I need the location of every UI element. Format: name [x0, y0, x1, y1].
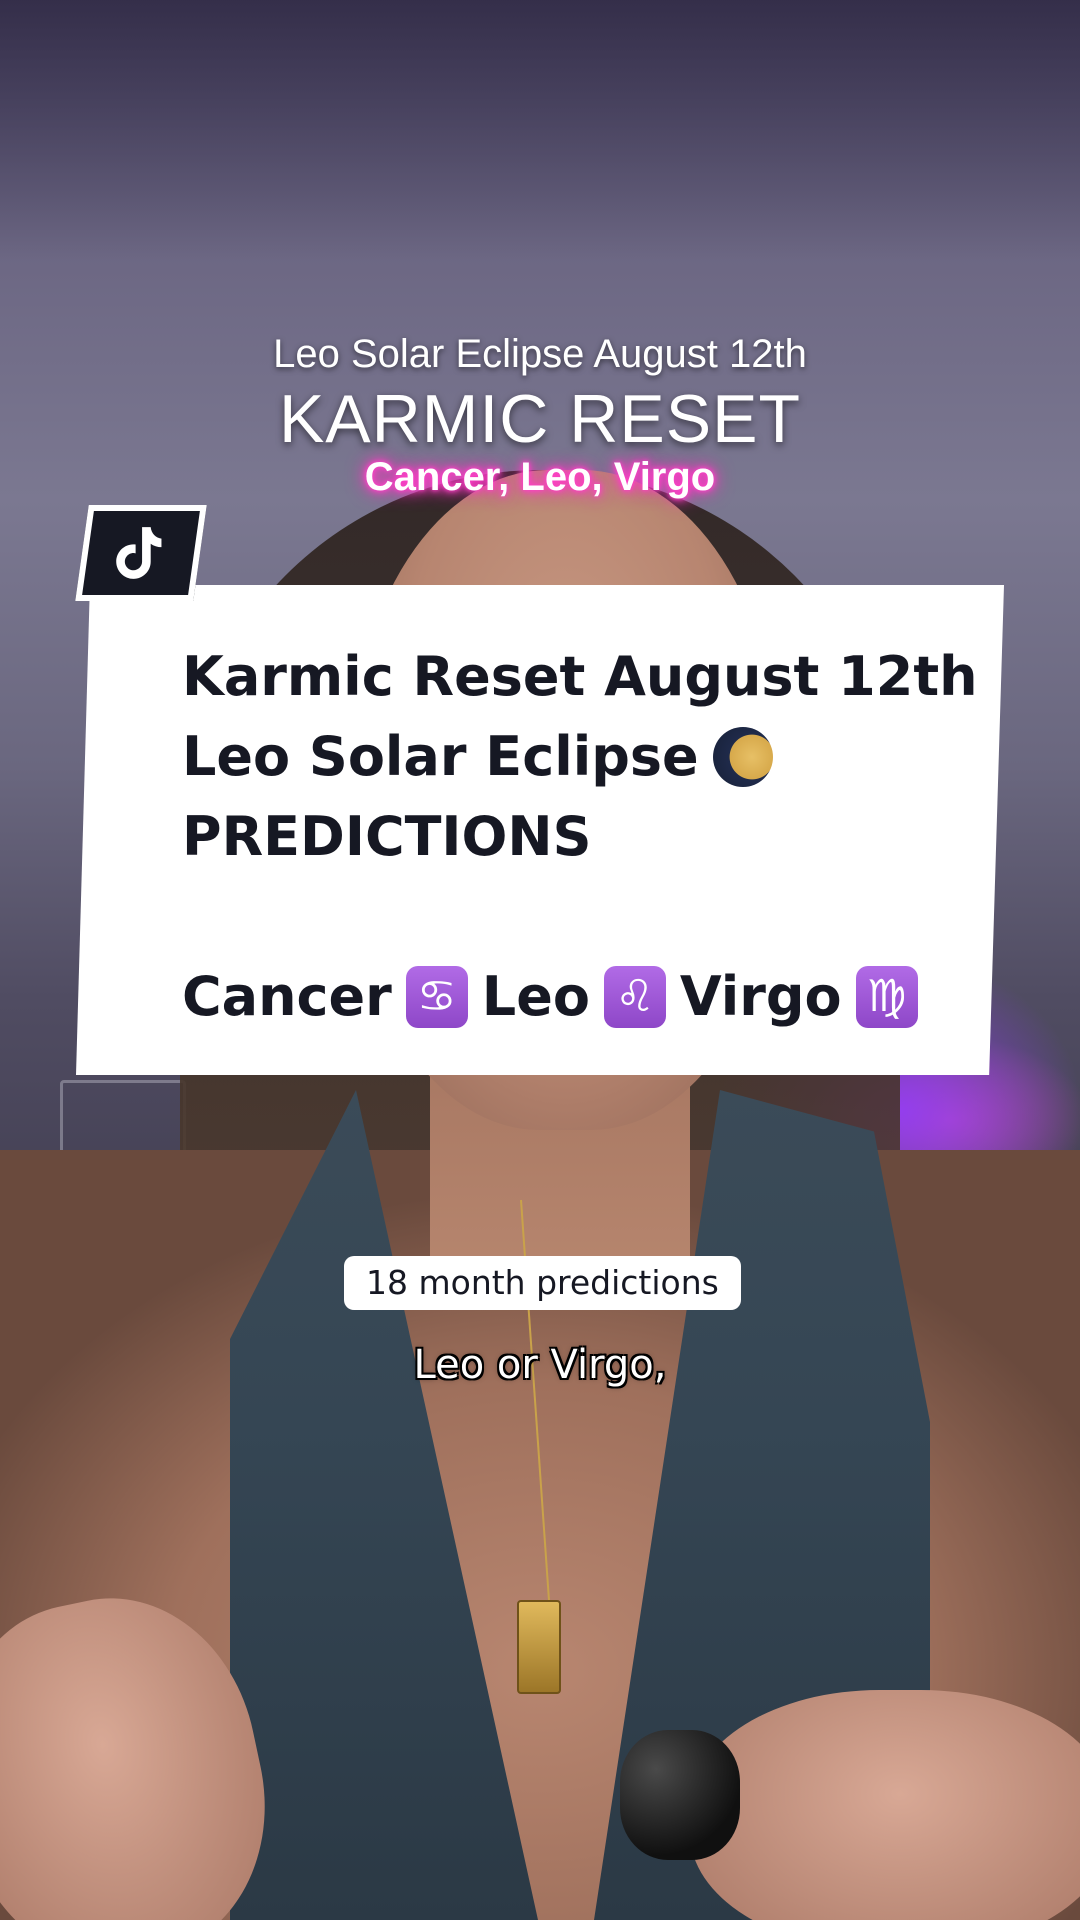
leo-zodiac-icon: ♌ — [603, 966, 666, 1028]
card-eclipse-text: Leo Solar Eclipse — [182, 725, 699, 788]
card-signs-line: Cancer ♋ Leo ♌ Virgo ♍ — [182, 957, 962, 1037]
overlay-title: KARMIC RESET — [278, 381, 802, 457]
tiktok-badge — [75, 505, 207, 601]
right-hand — [690, 1690, 1080, 1920]
pill-caption: 18 month predictions — [344, 1256, 741, 1310]
sign-name-cancer: Cancer — [182, 965, 392, 1028]
card-text-block: Karmic Reset August 12th Leo Solar Eclip… — [182, 637, 978, 1037]
pendant-necklace — [517, 1600, 561, 1694]
wall-shade — [0, 0, 1080, 260]
black-crystal — [620, 1730, 740, 1860]
card-heading: Karmic Reset August 12th — [182, 645, 978, 708]
first-quarter-moon-icon — [712, 727, 773, 787]
card-line-2: Leo Solar Eclipse — [182, 717, 962, 797]
virgo-zodiac-icon: ♍ — [855, 966, 918, 1028]
overlay-subtitle: Leo Solar Eclipse August 12th — [273, 332, 807, 376]
speech-caption: Leo or Virgo, — [413, 1342, 667, 1388]
card-spacer — [182, 877, 962, 957]
title-card: Karmic Reset August 12th Leo Solar Eclip… — [76, 585, 1004, 1075]
sign-name-virgo: Virgo — [679, 965, 842, 1028]
tiktok-logo-icon — [116, 527, 162, 579]
card-line-3: PREDICTIONS — [182, 797, 962, 877]
overlay-signs: Cancer, Leo, Virgo — [364, 455, 716, 499]
card-line-1: Karmic Reset August 12th — [182, 637, 978, 717]
card-predictions-text: PREDICTIONS — [182, 805, 592, 868]
sign-name-leo: Leo — [481, 965, 590, 1028]
cancer-zodiac-icon: ♋ — [405, 966, 468, 1028]
